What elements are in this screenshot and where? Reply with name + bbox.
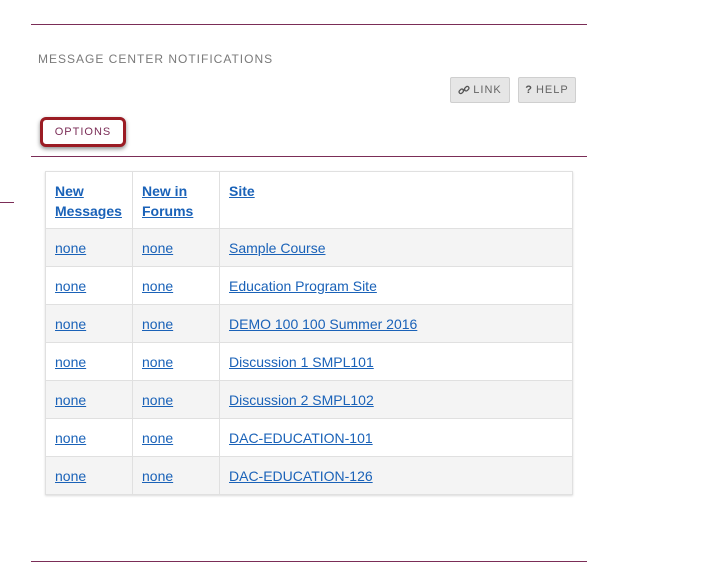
site-link[interactable]: Discussion 2 SMPL102 [229, 392, 374, 408]
sort-new-messages-link[interactable]: New Messages [55, 183, 122, 219]
left-edge-divider [0, 202, 14, 203]
bottom-divider [31, 561, 587, 562]
site-cell: DAC-EDUCATION-101 [219, 418, 573, 457]
messages-cell: none [45, 380, 133, 419]
forums-link[interactable]: none [142, 354, 173, 370]
forums-cell: none [132, 380, 220, 419]
site-cell: Discussion 1 SMPL101 [219, 342, 573, 381]
site-cell: Discussion 2 SMPL102 [219, 380, 573, 419]
site-link[interactable]: Education Program Site [229, 278, 377, 294]
table-header-row: New Messages New in Forums Site [45, 171, 573, 229]
header-site: Site [219, 171, 573, 229]
table-row: none none DEMO 100 100 Summer 2016 [45, 304, 573, 343]
forums-link[interactable]: none [142, 468, 173, 484]
header-new-in-forums: New in Forums [132, 171, 220, 229]
messages-link[interactable]: none [55, 354, 86, 370]
table-row: none none Discussion 2 SMPL102 [45, 380, 573, 419]
table-row: none none DAC-EDUCATION-126 [45, 456, 573, 495]
help-icon: ? [525, 84, 533, 96]
options-divider [31, 156, 587, 157]
site-link[interactable]: Sample Course [229, 240, 326, 256]
forums-cell: none [132, 456, 220, 495]
forums-link[interactable]: none [142, 392, 173, 408]
forums-cell: none [132, 228, 220, 267]
messages-cell: none [45, 228, 133, 267]
help-button-label: HELP [535, 84, 569, 96]
forums-cell: none [132, 342, 220, 381]
messages-cell: none [45, 342, 133, 381]
table-row: none none DAC-EDUCATION-101 [45, 418, 573, 457]
header-new-messages: New Messages [45, 171, 133, 229]
table-row: none none Education Program Site [45, 266, 573, 305]
messages-link[interactable]: none [55, 278, 86, 294]
site-cell: DAC-EDUCATION-126 [219, 456, 573, 495]
page-title: MESSAGE CENTER NOTIFICATIONS [38, 52, 274, 66]
messages-link[interactable]: none [55, 316, 86, 332]
top-divider [31, 24, 587, 25]
site-cell: Education Program Site [219, 266, 573, 305]
sort-site-link[interactable]: Site [229, 183, 255, 199]
options-button[interactable]: OPTIONS [40, 117, 126, 147]
forums-link[interactable]: none [142, 278, 173, 294]
messages-cell: none [45, 304, 133, 343]
messages-link[interactable]: none [55, 392, 86, 408]
messages-cell: none [45, 266, 133, 305]
link-button[interactable]: LINK [450, 77, 510, 103]
messages-link[interactable]: none [55, 240, 86, 256]
site-link[interactable]: Discussion 1 SMPL101 [229, 354, 374, 370]
help-button[interactable]: ? HELP [518, 77, 576, 103]
site-cell: DEMO 100 100 Summer 2016 [219, 304, 573, 343]
site-cell: Sample Course [219, 228, 573, 267]
site-link[interactable]: DEMO 100 100 Summer 2016 [229, 316, 417, 332]
table-row: none none Discussion 1 SMPL101 [45, 342, 573, 381]
forums-cell: none [132, 418, 220, 457]
link-button-label: LINK [473, 84, 502, 96]
forums-link[interactable]: none [142, 240, 173, 256]
sort-new-in-forums-link[interactable]: New in Forums [142, 183, 193, 219]
link-icon [458, 84, 470, 96]
forums-cell: none [132, 266, 220, 305]
messages-link[interactable]: none [55, 468, 86, 484]
site-link[interactable]: DAC-EDUCATION-101 [229, 430, 373, 446]
messages-cell: none [45, 418, 133, 457]
forums-link[interactable]: none [142, 430, 173, 446]
table-row: none none Sample Course [45, 228, 573, 267]
notifications-table: New Messages New in Forums Site none none … [45, 171, 573, 495]
forums-cell: none [132, 304, 220, 343]
site-link[interactable]: DAC-EDUCATION-126 [229, 468, 373, 484]
messages-cell: none [45, 456, 133, 495]
forums-link[interactable]: none [142, 316, 173, 332]
messages-link[interactable]: none [55, 430, 86, 446]
